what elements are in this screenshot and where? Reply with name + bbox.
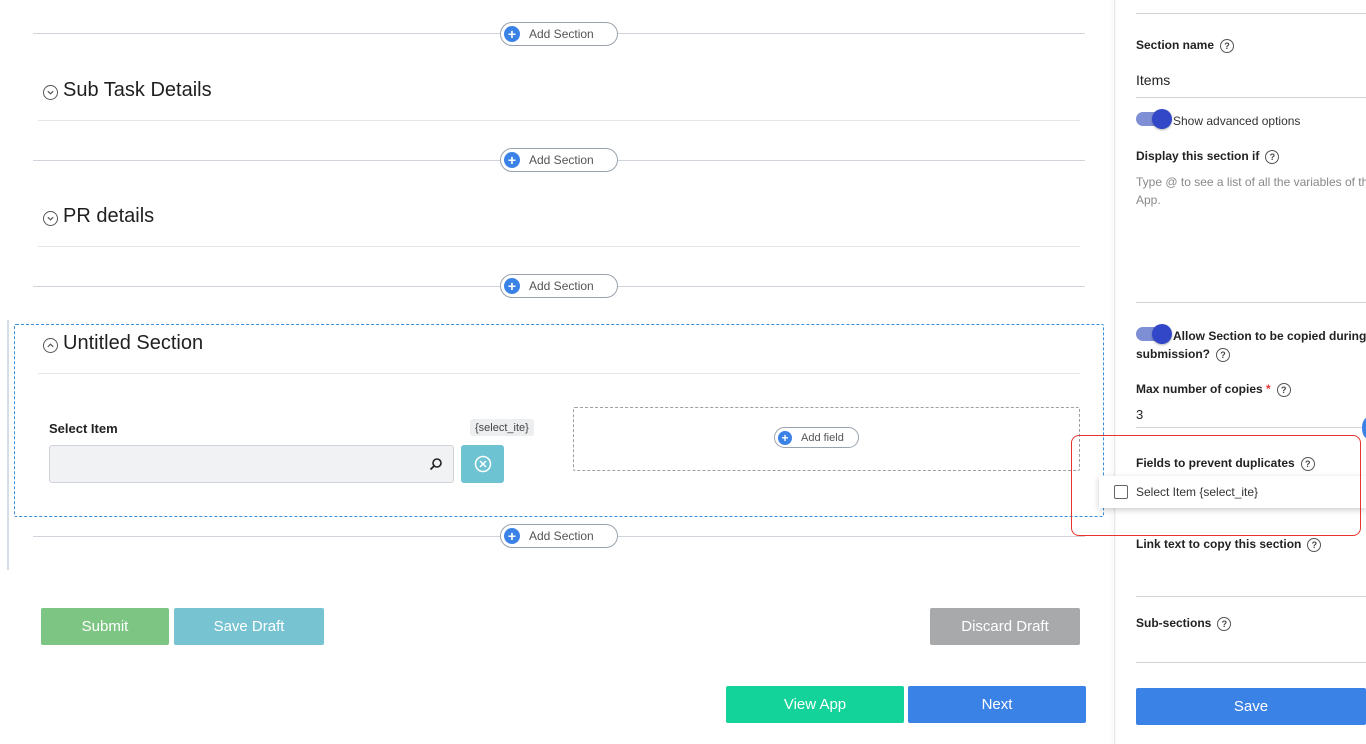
chevron-down-icon[interactable] [43, 84, 58, 100]
section-divider [38, 373, 1080, 374]
add-section-label: Add Section [529, 153, 594, 167]
display-if-input[interactable]: Type @ to see a list of all the variable… [1136, 173, 1366, 209]
clear-icon [474, 455, 491, 473]
section-name-input[interactable]: Items [1136, 72, 1170, 88]
sub-sections-label-text: Sub-sections [1136, 616, 1212, 630]
section-divider [38, 120, 1080, 121]
help-icon[interactable]: ? [1216, 347, 1231, 362]
slider-handle[interactable] [1362, 418, 1366, 438]
add-section-label: Add Section [529, 27, 594, 41]
field-underline [1136, 13, 1366, 14]
add-section-label: Add Section [529, 529, 594, 543]
app-root: + Add Section Sub Task Details + Add Sec… [0, 0, 1366, 744]
allow-copy-toggle[interactable] [1136, 324, 1172, 344]
display-if-label-text: Display this section if [1136, 149, 1260, 163]
add-section-button[interactable]: + Add Section [500, 524, 618, 548]
section-title: Sub Task Details [63, 79, 212, 101]
sub-sections-label: Sub-sections? [1136, 616, 1232, 631]
search-icon[interactable] [429, 457, 443, 471]
highlight-annotation [1071, 435, 1361, 536]
panel-divider [1114, 0, 1115, 744]
help-icon[interactable]: ? [1265, 149, 1280, 164]
help-icon[interactable]: ? [1220, 38, 1235, 53]
section-title: Untitled Section [63, 332, 204, 354]
select-item-input[interactable] [49, 445, 454, 483]
section-header-untitled[interactable]: Untitled Section [43, 332, 203, 355]
help-icon[interactable]: ? [1217, 616, 1232, 631]
plus-circle-icon: + [504, 152, 520, 168]
section-title: PR details [63, 205, 155, 227]
discard-draft-button[interactable]: Discard Draft [930, 608, 1080, 645]
save-draft-button[interactable]: Save Draft [174, 608, 324, 645]
chevron-down-icon[interactable] [43, 210, 58, 226]
placeholder-line: Type @ to see a list of all the variable… [1136, 175, 1366, 189]
plus-circle-icon: + [778, 430, 792, 445]
section-divider [38, 246, 1080, 247]
select-item-label: Select Item [49, 421, 118, 436]
section-header-pr-details[interactable]: PR details [43, 205, 154, 228]
field-underline [1136, 302, 1366, 303]
add-field-label: Add field [801, 431, 844, 444]
link-text-label: Link text to copy this section? [1136, 537, 1322, 552]
section-name-label-text: Section name [1136, 38, 1215, 52]
add-section-label: Add Section [529, 279, 594, 293]
plus-circle-icon: + [504, 26, 520, 42]
display-if-label: Display this section if? [1136, 149, 1280, 164]
max-copies-label-text: Max number of copies [1136, 382, 1263, 396]
chevron-up-icon[interactable] [43, 337, 58, 353]
show-advanced-label: Show advanced options [1173, 114, 1301, 128]
link-text-label-text: Link text to copy this section [1136, 537, 1302, 551]
plus-circle-icon: + [504, 278, 520, 294]
variable-chip: {select_ite} [470, 419, 534, 436]
plus-circle-icon: + [504, 528, 520, 544]
placeholder-line: App. [1136, 193, 1161, 207]
allow-copy-label-text: submission? [1136, 347, 1211, 361]
help-icon[interactable]: ? [1307, 537, 1322, 552]
section-header-sub-task-details[interactable]: Sub Task Details [43, 79, 212, 102]
max-copies-input[interactable]: 3 [1136, 407, 1143, 422]
add-section-button[interactable]: + Add Section [500, 274, 618, 298]
clear-selection-button[interactable] [461, 445, 504, 483]
allow-copy-label-line2: submission?? [1136, 347, 1231, 362]
help-icon[interactable]: ? [1276, 382, 1291, 397]
add-field-button[interactable]: + Add field [774, 427, 859, 448]
field-underline [1136, 97, 1366, 98]
left-rail [7, 320, 9, 570]
section-name-label: Section name? [1136, 38, 1235, 53]
required-marker: * [1266, 382, 1271, 396]
field-underline [1136, 662, 1366, 663]
max-copies-label: Max number of copies *? [1136, 382, 1291, 397]
allow-copy-label-line1: Allow Section to be copied during [1173, 329, 1366, 343]
view-app-button[interactable]: View App [726, 686, 904, 723]
toggle-knob [1152, 109, 1172, 129]
field-underline [1136, 427, 1366, 428]
next-button[interactable]: Next [908, 686, 1086, 723]
add-section-button[interactable]: + Add Section [500, 148, 618, 172]
save-button[interactable]: Save [1136, 688, 1366, 725]
show-advanced-toggle[interactable] [1136, 109, 1172, 129]
add-section-button[interactable]: + Add Section [500, 22, 618, 46]
submit-button[interactable]: Submit [41, 608, 169, 645]
field-underline [1136, 596, 1366, 597]
toggle-knob [1152, 324, 1172, 344]
